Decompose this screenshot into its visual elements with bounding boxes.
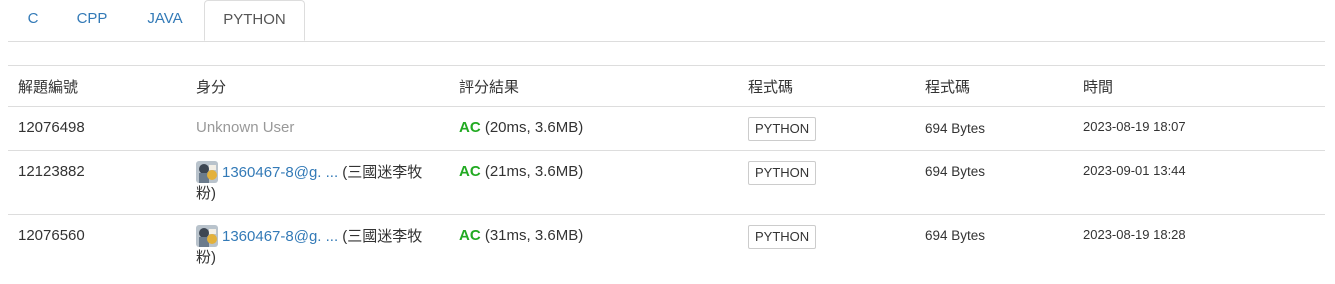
user-identity: 1360467-8@g. ... (三國迷李牧粉) — [196, 225, 446, 268]
submission-id[interactable]: 12123882 — [18, 163, 85, 180]
table-row: 12076560 1360467-8@g. ... (三國迷李牧粉) AC (3… — [8, 215, 1325, 279]
submit-time: 2023-09-01 13:44 — [1083, 163, 1186, 178]
header-time: 時間 — [1083, 79, 1114, 96]
submissions-table: 解題編號 身分 評分結果 程式碼 程式碼 時間 12076498 Unknown… — [8, 65, 1325, 279]
result: AC (20ms, 3.6MB) — [459, 119, 583, 136]
unknown-user: Unknown User — [196, 119, 295, 136]
verdict-ac: AC — [459, 119, 481, 136]
tab-c[interactable]: C — [26, 0, 40, 41]
tab-java[interactable]: JAVA — [144, 0, 186, 41]
user-nickname-cont: 粉) — [196, 249, 216, 266]
user-nickname: (三國迷李牧 — [338, 228, 423, 245]
table-row: 12076498 Unknown User AC (20ms, 3.6MB) P… — [8, 107, 1325, 151]
table-row: 12123882 1360467-8@g. ... (三國迷李牧粉) AC (2… — [8, 151, 1325, 215]
submission-id[interactable]: 12076498 — [18, 119, 85, 136]
header-code: 程式碼 — [748, 79, 794, 96]
result-detail: (20ms, 3.6MB) — [480, 119, 584, 136]
avatar-icon — [196, 161, 218, 183]
code-size: 694 Bytes — [925, 228, 986, 243]
code-language-button[interactable]: PYTHON — [748, 117, 817, 141]
result: AC (31ms, 3.6MB) — [459, 227, 583, 244]
code-size: 694 Bytes — [925, 164, 986, 179]
user-nickname: (三國迷李牧 — [338, 164, 423, 181]
user-link[interactable]: 1360467-8@g. ... — [222, 228, 338, 245]
avatar-icon — [196, 225, 218, 247]
submit-time: 2023-08-19 18:07 — [1083, 119, 1186, 134]
verdict-ac: AC — [459, 227, 481, 244]
header-identity: 身分 — [196, 79, 227, 96]
user-nickname-cont: 粉) — [196, 185, 216, 202]
tab-cpp[interactable]: CPP — [74, 0, 110, 41]
code-size: 694 Bytes — [925, 121, 986, 136]
avatar — [196, 161, 218, 183]
code-language-button[interactable]: PYTHON — [748, 161, 817, 185]
table-header-row: 解題編號 身分 評分結果 程式碼 程式碼 時間 — [8, 66, 1325, 107]
code-language-button[interactable]: PYTHON — [748, 225, 817, 249]
result-detail: (21ms, 3.6MB) — [480, 163, 584, 180]
result-detail: (31ms, 3.6MB) — [480, 227, 584, 244]
user-link[interactable]: 1360467-8@g. ... — [222, 164, 338, 181]
submit-time: 2023-08-19 18:28 — [1083, 227, 1186, 242]
language-tabs: C CPP JAVA PYTHON — [8, 0, 1325, 42]
tab-python[interactable]: PYTHON — [204, 0, 305, 41]
result: AC (21ms, 3.6MB) — [459, 163, 583, 180]
submission-id[interactable]: 12076560 — [18, 227, 85, 244]
user-identity: 1360467-8@g. ... (三國迷李牧粉) — [196, 161, 446, 204]
header-code-size: 程式碼 — [925, 79, 971, 96]
verdict-ac: AC — [459, 163, 481, 180]
header-submission-id: 解題編號 — [18, 79, 79, 96]
header-result: 評分結果 — [459, 79, 520, 96]
avatar — [196, 225, 218, 247]
